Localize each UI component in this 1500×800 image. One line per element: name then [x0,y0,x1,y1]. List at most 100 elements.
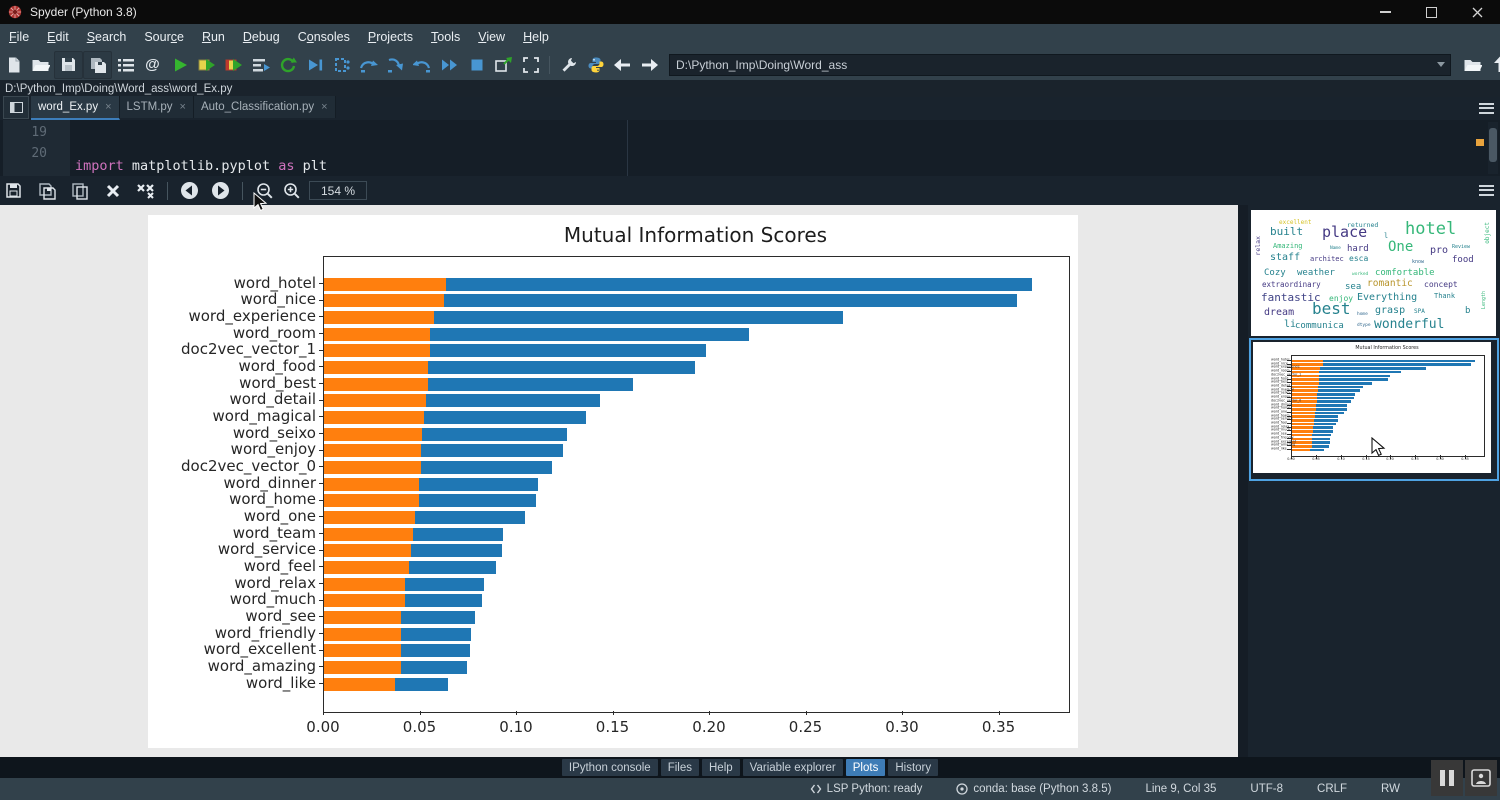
menu-run[interactable]: Run [193,27,234,47]
editor-tab-word_Ex.py[interactable]: word_Ex.py× [31,96,120,120]
code-token: import [75,158,124,174]
save-plot-button[interactable] [0,178,27,204]
pane-tab-help[interactable]: Help [702,759,740,776]
python-path-button[interactable] [582,52,609,78]
bar-segment-orange_segment [324,644,401,657]
parent-directory-button[interactable] [1486,52,1500,78]
run-cell-button[interactable] [193,52,220,78]
pane-tab-files[interactable]: Files [661,759,699,776]
menu-edit[interactable]: Edit [38,27,78,47]
close-button[interactable] [1454,0,1500,24]
save-all-button[interactable] [83,51,112,79]
close-tab-icon[interactable]: × [180,101,186,113]
next-plot-button[interactable] [207,178,234,204]
selected-chart-thumbnail[interactable]: Mutual Information Scoresword_hotelword_… [1249,338,1499,481]
menu-debug[interactable]: Debug [234,27,289,47]
forward-button[interactable] [636,52,663,78]
save-all-plots-button[interactable] [33,178,60,204]
step-over-button[interactable] [355,52,382,78]
y-tick [319,633,323,634]
zoom-in-button[interactable] [278,178,305,204]
screenshot-button[interactable] [1465,760,1497,796]
x-axis-tick-label: 0.05 [1303,457,1328,461]
bar-segment-orange_segment [324,444,421,457]
pane-tab-ipython-console[interactable]: IPython console [562,759,658,776]
cloud-word: sea [1345,283,1361,292]
bar-segment-orange_segment [324,428,422,441]
menu-tools[interactable]: Tools [422,27,469,47]
preferences-wrench-button[interactable] [555,52,582,78]
previous-plot-button[interactable] [176,178,203,204]
close-tab-icon[interactable]: × [105,101,111,113]
x-axis-tick-label: 0.10 [486,718,546,736]
menu-consoles[interactable]: Consoles [289,27,359,47]
stop-debug-button[interactable] [463,52,490,78]
run-selection-button[interactable] [247,52,274,78]
cloud-word: home [1357,313,1368,318]
x-axis-tick-label: 0.05 [390,718,450,736]
working-directory-input[interactable] [669,54,1451,76]
remove-all-plots-button[interactable] [132,178,159,204]
menu-projects[interactable]: Projects [359,27,422,47]
menu-bar: FileEditSearchSourceRunDebugConsolesProj… [0,24,1500,49]
editor-tab-LSTM.py[interactable]: LSTM.py× [120,96,194,118]
run-cell-advance-button[interactable] [220,52,247,78]
step-return-button[interactable] [409,52,436,78]
pane-tab-variable-explorer[interactable]: Variable explorer [743,759,843,776]
fullscreen-button[interactable] [517,52,544,78]
pause-button[interactable] [1431,760,1463,796]
open-file-button[interactable] [27,52,54,78]
column-edge-line [627,120,628,176]
menu-file[interactable]: File [0,27,38,47]
minimize-button[interactable] [1362,0,1408,24]
run-file-button[interactable] [166,52,193,78]
code-editor[interactable]: 1920 import matplotlib.pyplot as plt [0,120,1500,176]
rerun-script-button[interactable] [274,52,301,78]
menu-help[interactable]: Help [514,27,558,47]
wordcloud-image: excellentbuiltplacelreturnedhotelobjectr… [1253,212,1494,334]
bar-segment-orange_segment [1292,415,1315,418]
browse-tabs-button[interactable] [3,96,29,119]
tabbar-options-menu-icon[interactable] [1479,100,1494,116]
wordcloud-thumbnail[interactable]: excellentbuiltplacelreturnedhotelobjectr… [1251,210,1496,336]
step-into-button[interactable] [382,52,409,78]
bar-segment-orange_segment [324,661,401,674]
menu-source[interactable]: Source [135,27,193,47]
debug-file-button[interactable] [301,52,328,78]
zoom-level-display[interactable]: 154 % [309,181,367,200]
continue-execution-button[interactable] [436,52,463,78]
find-symbol-button[interactable]: @ [139,52,166,78]
y-axis-label: word_best [148,374,316,392]
close-tab-icon[interactable]: × [321,101,327,113]
y-tick [319,450,323,451]
back-button[interactable] [609,52,636,78]
maximize-pane-button[interactable] [490,52,517,78]
chart-title: Mutual Information Scores [1329,345,1444,350]
y-axis-label: word_like [1271,447,1284,451]
menu-view[interactable]: View [469,27,514,47]
bar-segment-orange_segment [324,494,419,507]
y-tick [319,550,323,551]
bar-segment-orange_segment [1292,386,1318,389]
save-button[interactable] [54,51,83,79]
pane-tab-history[interactable]: History [888,759,938,776]
plots-options-menu-icon[interactable] [1479,182,1494,198]
new-file-button[interactable] [0,52,27,78]
file-path: D:\Python_Imp\Doing\Word_ass\word_Ex.py [5,83,232,95]
cwd-dropdown-icon[interactable] [1437,62,1445,67]
copy-plot-button[interactable] [66,178,93,204]
bar-segment-orange_segment [1292,408,1316,411]
tab-label: Auto_Classification.py [201,101,314,113]
remove-plot-button[interactable] [99,178,126,204]
bar-segment-orange_segment [324,544,411,557]
pane-tab-plots[interactable]: Plots [846,759,886,776]
status-text: CRLF [1317,783,1347,795]
debug-cell-button[interactable] [328,52,355,78]
browse-directory-button[interactable] [1459,52,1486,78]
menu-search[interactable]: Search [78,27,136,47]
editor-scrollbar-thumb[interactable] [1489,128,1497,162]
cloud-word: staff [1270,253,1300,263]
editor-tab-Auto_Classification.py[interactable]: Auto_Classification.py × [194,96,336,118]
file-switcher-button[interactable] [112,52,139,78]
restore-button[interactable] [1408,0,1454,24]
